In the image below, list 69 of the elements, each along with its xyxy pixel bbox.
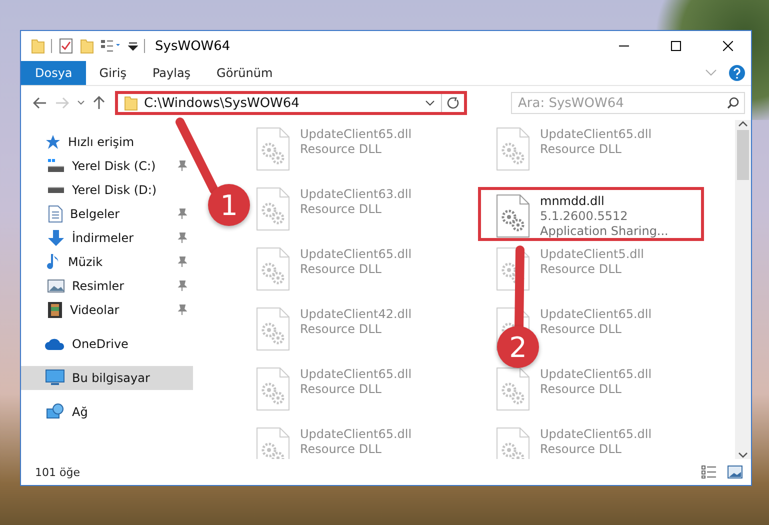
details-view-icon: [701, 465, 717, 479]
picture-icon: [727, 465, 743, 479]
scroll-up-icon: [738, 120, 748, 128]
gear-document-icon: [256, 127, 290, 171]
monitor-icon: [45, 369, 65, 387]
ribbon-tab[interactable]: Görünüm: [204, 61, 286, 85]
drive-icon: [47, 159, 65, 173]
chevron-down-icon: [77, 100, 85, 106]
down-arrow-icon: [47, 229, 65, 247]
search-icon: [727, 97, 739, 109]
forward-arrow-icon: [55, 97, 69, 109]
film-icon: [47, 301, 63, 319]
maximize-icon: [671, 41, 681, 51]
item-count: 101 öğe: [35, 466, 80, 478]
music-note-icon: [47, 253, 61, 271]
ribbon-tab[interactable]: Giriş: [86, 61, 140, 85]
up-button[interactable]: [91, 94, 107, 112]
sidebar-item[interactable]: Videolar: [21, 298, 193, 322]
sidebar-item[interactable]: Bu bilgisayar: [21, 366, 193, 390]
folder-icon: [124, 95, 138, 111]
expand-ribbon-icon: [705, 69, 717, 77]
gear-document-icon: [496, 127, 530, 171]
sidebar-item[interactable]: Belgeler: [21, 202, 193, 226]
help-icon: [729, 65, 745, 81]
customize-caret-icon: [128, 41, 138, 51]
file-menu-button[interactable]: Dosya: [21, 61, 86, 85]
scrollbar[interactable]: [735, 120, 751, 459]
star-icon: [45, 134, 61, 150]
gear-document-icon: [496, 247, 530, 291]
scroll-down-icon: [738, 451, 748, 459]
sidebar-item[interactable]: Resimler: [21, 274, 193, 298]
file-item[interactable]: mnmdd.dll 5.1.2600.5512 Application Sharing...: [478, 187, 704, 241]
gear-document-icon: [256, 427, 290, 459]
sidebar-item[interactable]: OneDrive: [21, 332, 134, 356]
details-view-button[interactable]: [699, 463, 719, 481]
back-button[interactable]: [31, 95, 49, 111]
drive-icon: [47, 186, 65, 194]
ribbon-tab[interactable]: Paylaş: [139, 61, 204, 85]
properties-icon: [58, 38, 74, 54]
close-icon: [723, 41, 733, 51]
sidebar-item[interactable]: Yerel Disk (D:): [21, 178, 193, 202]
view-list-icon: [100, 39, 122, 53]
new-folder-icon: [80, 38, 94, 54]
window-title: SysWOW64: [155, 38, 230, 54]
up-arrow-icon: [93, 96, 105, 110]
gear-document-icon: [496, 194, 530, 238]
gear-document-icon: [496, 367, 530, 411]
gear-document-icon: [496, 427, 530, 459]
network-icon: [45, 403, 65, 421]
scroll-thumb[interactable]: [737, 130, 749, 180]
gear-document-icon: [256, 187, 290, 231]
document-icon: [47, 205, 63, 223]
gear-document-icon: [256, 307, 290, 351]
folder-icon: [31, 38, 45, 54]
search-field[interactable]: Ara: SysWOW64: [511, 92, 745, 114]
sidebar-item[interactable]: Hızlı erişim: [21, 130, 140, 154]
sidebar-item[interactable]: İndirmeler: [21, 226, 193, 250]
chevron-down-icon: [425, 100, 435, 106]
sidebar-item[interactable]: Müzik: [21, 250, 193, 274]
gear-document-icon: [256, 367, 290, 411]
picture-icon: [47, 278, 65, 294]
sidebar-item[interactable]: Yerel Disk (C:): [21, 154, 193, 178]
large-icons-view-button[interactable]: [725, 463, 745, 481]
cloud-icon: [45, 337, 65, 351]
gear-document-icon: [256, 247, 290, 291]
sidebar-item[interactable]: Ağ: [21, 400, 94, 424]
address-bar[interactable]: C:\Windows\SysWOW64: [115, 91, 467, 115]
back-arrow-icon: [33, 97, 47, 109]
refresh-icon: [447, 97, 459, 109]
